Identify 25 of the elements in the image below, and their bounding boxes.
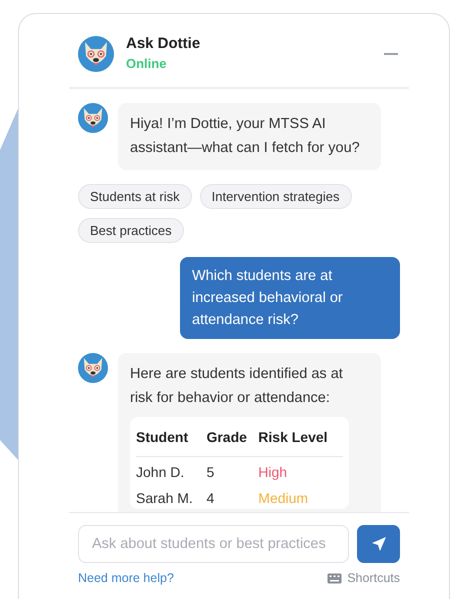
send-button[interactable] — [357, 525, 400, 563]
help-link[interactable]: Need more help? — [78, 571, 174, 585]
status-label: Online — [126, 55, 168, 73]
dog-avatar — [78, 36, 114, 72]
dog-avatar — [78, 353, 108, 383]
dog-avatar — [78, 103, 108, 133]
message-text: Hiya! I’m Dottie, your MTSS AI assistant—what can I fetch for you? — [130, 115, 361, 158]
suggestion-chip[interactable]: Intervention strategies — [200, 184, 352, 209]
column-header: Risk Level — [258, 419, 343, 456]
paper-plane-icon — [370, 536, 386, 552]
message-text: Here are students identified as at risk for behavior or attendance: — [130, 365, 344, 408]
risk-level-cell-text: Medium — [258, 489, 310, 508]
suggestion-chip[interactable]: Students at risk — [78, 184, 192, 209]
user-message-bubble: Which students are at increased behavioral or attendance risk? — [180, 257, 400, 339]
table-cell: 5 — [206, 456, 258, 483]
table-cell-text: 4 — [206, 489, 216, 508]
column-header: Student — [136, 419, 206, 456]
suggestion-chip[interactable]: Best practices — [78, 218, 184, 243]
table-cell: John D. — [136, 456, 206, 483]
column-header: Grade — [206, 419, 258, 456]
keyboard-icon — [327, 572, 342, 584]
chat-title: Ask Dottie — [126, 34, 202, 54]
table-cell: Sarah M. — [136, 483, 206, 509]
risk-level-cell: High — [258, 456, 343, 483]
message-input[interactable]: Ask about students or best practices — [78, 525, 349, 563]
